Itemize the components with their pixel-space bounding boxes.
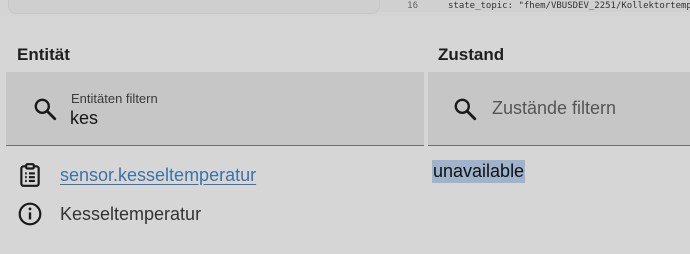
clipboard-list-icon[interactable] xyxy=(17,162,43,188)
entity-id-link[interactable]: sensor.kesseltemperatur xyxy=(60,165,256,186)
developer-tools-states-page: 16 state_topic: "fhem/VBUSDEV_2251/Kollek… xyxy=(0,0,690,254)
code-editor[interactable]: 16 state_topic: "fhem/VBUSDEV_2251/Kollek… xyxy=(380,0,690,12)
editor-input-box[interactable] xyxy=(8,0,380,14)
search-icon xyxy=(454,98,477,121)
entity-filter-label: Entitäten filtern xyxy=(71,91,158,106)
state-filter-field[interactable]: Zustände filtern xyxy=(428,72,690,146)
entity-column-header: Entität xyxy=(17,45,70,64)
state-column-header: Zustand xyxy=(438,45,505,64)
search-icon xyxy=(34,98,57,121)
code-line-text: state_topic: "fhem/VBUSDEV_2251/Kollekto… xyxy=(448,1,690,11)
entity-filter-input[interactable]: kes xyxy=(70,108,98,129)
entity-filter-field[interactable]: Entitäten filtern kes xyxy=(6,72,424,146)
state-value-selected: unavailable xyxy=(432,160,526,183)
code-line-number: 16 xyxy=(407,1,418,11)
info-icon[interactable] xyxy=(17,201,43,227)
yaml-editor-remnant: 16 state_topic: "fhem/VBUSDEV_2251/Kollek… xyxy=(0,0,690,16)
entity-friendly-name: Kesseltemperatur xyxy=(60,204,202,224)
state-filter-input[interactable]: Zustände filtern xyxy=(492,98,616,119)
